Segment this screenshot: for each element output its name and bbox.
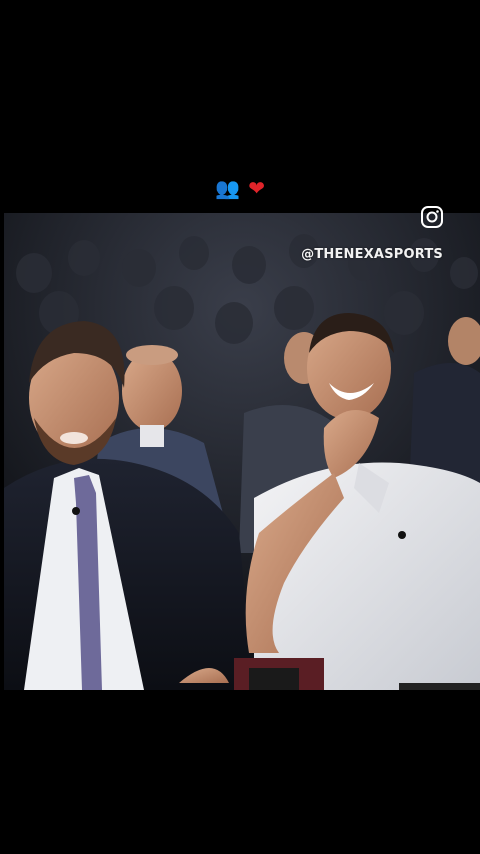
users-emoji-icon: 👥 (214, 176, 240, 200)
video-frame[interactable] (4, 213, 480, 690)
instagram-icon[interactable] (420, 205, 444, 229)
caption-emojis: 👥 ❤ (0, 176, 480, 200)
watermark-handle: @THENEXASPORTS (301, 247, 443, 262)
heart-emoji-icon: ❤ (248, 176, 266, 200)
video-scene (4, 213, 480, 690)
